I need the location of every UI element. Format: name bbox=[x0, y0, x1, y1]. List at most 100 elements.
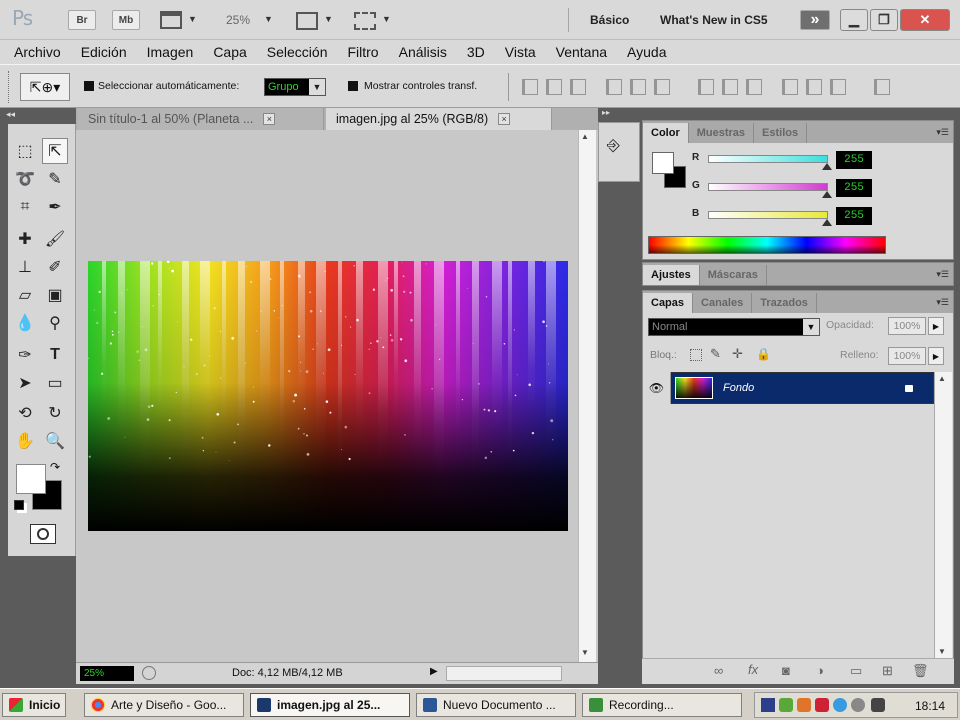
tab-estilos[interactable]: Estilos bbox=[754, 123, 808, 143]
lasso-tool-icon[interactable]: ➰ bbox=[12, 166, 38, 192]
lock-transparency-icon[interactable] bbox=[690, 349, 702, 361]
task-recording[interactable]: Recording... bbox=[582, 693, 742, 717]
tab-sin-titulo[interactable]: Sin título-1 al 50% (Planeta ... × bbox=[78, 108, 324, 130]
chevron-down-icon[interactable]: ▼ bbox=[324, 14, 333, 24]
bridge-button[interactable]: Br bbox=[68, 10, 96, 30]
dodge-tool-icon[interactable]: ⚲ bbox=[42, 310, 68, 336]
green-slider[interactable] bbox=[708, 183, 832, 198]
task-chrome[interactable]: Arte y Diseño - Goo... bbox=[84, 693, 244, 717]
close-icon[interactable]: × bbox=[263, 113, 276, 125]
chevron-down-icon[interactable]: ▼ bbox=[803, 319, 819, 335]
chevron-down-icon[interactable]: ▼ bbox=[264, 14, 273, 24]
blend-mode-dropdown[interactable]: Normal ▼ bbox=[648, 318, 820, 336]
tray-icon[interactable] bbox=[815, 698, 829, 712]
show-transform-checkbox[interactable] bbox=[348, 81, 358, 91]
tray-icon[interactable] bbox=[851, 698, 865, 712]
align-top-icon[interactable] bbox=[522, 79, 538, 95]
tab-trazados[interactable]: Trazados bbox=[752, 293, 817, 313]
layer-style-icon[interactable]: fx bbox=[748, 662, 758, 677]
crop-tool-icon[interactable]: ⌗ bbox=[12, 194, 38, 220]
tray-icon[interactable] bbox=[761, 698, 775, 712]
layer-visibility-eye-icon[interactable]: 👁 bbox=[643, 372, 671, 404]
eyedropper-tool-icon[interactable]: ✒ bbox=[42, 194, 68, 220]
tray-icon[interactable] bbox=[797, 698, 811, 712]
opacity-field[interactable]: 100% bbox=[888, 317, 926, 335]
blue-value[interactable]: 255 bbox=[836, 207, 872, 225]
workspace-whats-new[interactable]: What's New in CS5 bbox=[660, 13, 768, 27]
panel-menu-icon[interactable]: ▾☰ bbox=[936, 297, 949, 308]
vertical-scrollbar[interactable]: ▲ ▼ bbox=[578, 130, 596, 662]
align-vertical-center-icon[interactable] bbox=[546, 79, 562, 95]
expand-panels-icon[interactable]: ▸▸ bbox=[598, 108, 640, 120]
lock-pixels-icon[interactable]: ✎ bbox=[710, 346, 721, 362]
status-info-icon[interactable] bbox=[142, 666, 156, 680]
eraser-tool-icon[interactable]: ▱ bbox=[12, 282, 38, 308]
quick-selection-tool-icon[interactable]: ✎ bbox=[42, 166, 68, 192]
tab-ajustes[interactable]: Ajustes bbox=[643, 265, 700, 285]
align-horizontal-center-icon[interactable] bbox=[630, 79, 646, 95]
menu-filtro[interactable]: Filtro bbox=[347, 44, 378, 60]
horizontal-scrollbar[interactable] bbox=[446, 666, 562, 681]
lock-position-icon[interactable]: ✛ bbox=[732, 346, 743, 362]
green-value[interactable]: 255 bbox=[836, 179, 872, 197]
zoom-level[interactable]: 25% bbox=[226, 13, 250, 27]
screen-mode-icon[interactable] bbox=[354, 12, 376, 30]
red-slider[interactable] bbox=[708, 155, 832, 170]
grip-handle[interactable] bbox=[8, 71, 12, 103]
chevron-down-icon[interactable]: ▼ bbox=[382, 14, 391, 24]
menu-ventana[interactable]: Ventana bbox=[556, 44, 607, 60]
new-group-icon[interactable]: ▭ bbox=[850, 663, 862, 679]
lock-all-icon[interactable]: 🔒 bbox=[756, 347, 771, 361]
new-layer-icon[interactable]: ⊞ bbox=[882, 663, 893, 679]
view-extras-icon[interactable] bbox=[160, 11, 182, 29]
history-brush-tool-icon[interactable]: ✐ bbox=[42, 254, 68, 280]
tray-icon[interactable] bbox=[779, 698, 793, 712]
panel-menu-icon[interactable]: ▾☰ bbox=[936, 269, 949, 280]
brush-tool-icon[interactable]: 🖌 bbox=[42, 226, 68, 252]
scroll-down-icon[interactable]: ▼ bbox=[938, 647, 946, 656]
tray-icon[interactable] bbox=[833, 698, 847, 712]
pen-tool-icon[interactable]: ✑ bbox=[12, 342, 38, 368]
arrange-documents-icon[interactable] bbox=[296, 12, 318, 30]
auto-select-checkbox[interactable] bbox=[84, 81, 94, 91]
workspace-basic[interactable]: Básico bbox=[590, 13, 629, 27]
layers-scrollbar[interactable]: ▲ ▼ bbox=[934, 372, 952, 658]
workspace-expand-button[interactable]: » bbox=[800, 10, 830, 30]
minimize-button[interactable]: ▁ bbox=[840, 9, 868, 31]
mini-bridge-button[interactable]: Mb bbox=[112, 10, 140, 30]
auto-select-dropdown[interactable]: Grupo ▼ bbox=[264, 78, 326, 96]
task-word[interactable]: Nuevo Documento ... bbox=[416, 693, 576, 717]
align-right-icon[interactable] bbox=[654, 79, 670, 95]
menu-capa[interactable]: Capa bbox=[213, 44, 246, 60]
rectangular-marquee-tool-icon[interactable]: ⬚ bbox=[12, 138, 38, 164]
tab-muestras[interactable]: Muestras bbox=[689, 123, 755, 143]
path-selection-tool-icon[interactable]: ➤ bbox=[12, 370, 38, 396]
tab-imagen[interactable]: imagen.jpg al 25% (RGB/8) × bbox=[326, 108, 552, 130]
blur-tool-icon[interactable]: 💧 bbox=[12, 310, 38, 336]
menu-imagen[interactable]: Imagen bbox=[147, 44, 194, 60]
layer-row-fondo[interactable]: 👁 Fondo bbox=[643, 372, 934, 404]
add-mask-icon[interactable]: ◙ bbox=[782, 663, 790, 678]
chevron-down-icon[interactable]: ▼ bbox=[309, 79, 325, 95]
align-bottom-icon[interactable] bbox=[570, 79, 586, 95]
swap-colors-icon[interactable]: ↷ bbox=[50, 460, 60, 474]
gradient-tool-icon[interactable]: ▣ bbox=[42, 282, 68, 308]
tray-icon[interactable] bbox=[871, 698, 885, 712]
move-tool-icon[interactable]: ⇱ bbox=[42, 138, 68, 164]
auto-align-icon[interactable] bbox=[874, 79, 890, 95]
move-tool-preset-icon[interactable]: ⇱⊕▾ bbox=[20, 73, 70, 101]
3d-rotate-tool-icon[interactable]: ⟲ bbox=[12, 400, 38, 426]
hand-tool-icon[interactable]: ✋ bbox=[12, 428, 38, 454]
color-spectrum-bar[interactable] bbox=[648, 236, 886, 254]
tab-canales[interactable]: Canales bbox=[693, 293, 753, 313]
align-left-icon[interactable] bbox=[606, 79, 622, 95]
rectangle-tool-icon[interactable]: ▭ bbox=[42, 370, 68, 396]
tab-color[interactable]: Color bbox=[643, 123, 689, 143]
slider-thumb-icon[interactable] bbox=[822, 219, 832, 226]
distribute-right-icon[interactable] bbox=[830, 79, 846, 95]
tab-capas[interactable]: Capas bbox=[643, 293, 694, 313]
close-icon[interactable]: × bbox=[498, 113, 511, 125]
scroll-up-icon[interactable]: ▲ bbox=[938, 374, 946, 383]
tab-mascaras[interactable]: Máscaras bbox=[700, 265, 767, 285]
image-canvas[interactable] bbox=[88, 261, 568, 531]
